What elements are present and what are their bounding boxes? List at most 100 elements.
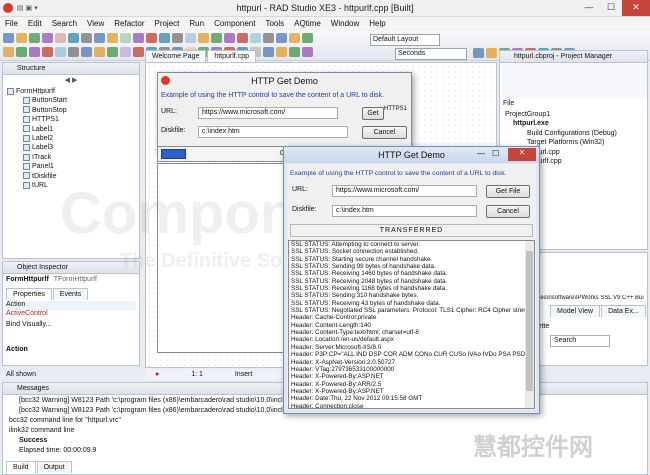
tab-events[interactable]: Events — [52, 288, 89, 300]
toolbar-icon[interactable] — [107, 33, 118, 43]
structure-item[interactable]: Label2 — [7, 134, 139, 143]
structure-toolbar[interactable]: ◀ ▶ — [5, 76, 137, 85]
tab-output[interactable]: Output — [36, 461, 72, 473]
record-icon[interactable]: ● — [155, 371, 159, 378]
inspector-object-select[interactable]: FormHttpurlf TFormHttpurlf — [6, 276, 136, 286]
tab-data-explorer[interactable]: Data Ex... — [601, 305, 646, 317]
demo-max-button[interactable]: ☐ — [492, 149, 499, 158]
demo-close-button[interactable]: ✕ — [508, 148, 536, 161]
menu-item[interactable]: View — [82, 17, 109, 31]
scroll-thumb[interactable] — [526, 251, 533, 391]
designer-url-field[interactable]: https://www.microsoft.com/ — [198, 107, 338, 119]
structure-root[interactable]: FormHttpurlf — [7, 87, 139, 96]
toolbar-icon[interactable] — [42, 33, 53, 43]
palette-search[interactable]: Search — [550, 335, 610, 347]
demo-disk-field[interactable]: c:\index.htm — [332, 205, 477, 217]
toolbar-icon[interactable] — [263, 47, 274, 57]
toolbar-icon[interactable] — [3, 33, 14, 43]
toolbar-icon[interactable] — [276, 47, 287, 57]
maximize-button[interactable]: ☐ — [600, 0, 622, 16]
toolbar-icon[interactable] — [94, 33, 105, 43]
menu-item[interactable]: Window — [326, 17, 364, 31]
menu-item[interactable]: Help — [364, 17, 390, 31]
menu-item[interactable]: Component — [209, 17, 260, 31]
menu-item[interactable]: File — [0, 17, 23, 31]
designer-https-component[interactable]: HTTPS1 — [384, 106, 407, 112]
demo-cancel-button[interactable]: Cancel — [486, 205, 530, 218]
structure-item[interactable]: HTTPS1 — [7, 115, 139, 124]
demo-get-file-button[interactable]: Get File — [486, 185, 530, 198]
toolbar-icon[interactable] — [237, 33, 248, 43]
structure-item[interactable]: Label3 — [7, 143, 139, 152]
menu-item[interactable]: Run — [184, 17, 209, 31]
structure-item[interactable]: Label1 — [7, 125, 139, 134]
structure-item[interactable]: Panel1 — [7, 162, 139, 171]
designer-get-button[interactable]: Get — [362, 107, 384, 120]
toolbar-icon[interactable] — [94, 47, 105, 57]
toolbar-icon[interactable] — [55, 33, 66, 43]
demo-min-button[interactable]: — — [477, 149, 485, 158]
structure-item[interactable]: ITrack — [7, 153, 139, 162]
toolbar-icon[interactable] — [263, 33, 274, 43]
demo-log[interactable]: SSL STATUS: Attempting to connect to ser… — [288, 240, 535, 409]
toolbar-icon[interactable] — [133, 47, 144, 57]
tab-welcome-page[interactable]: Welcome Page — [145, 50, 207, 62]
toolbar-icon[interactable] — [68, 47, 79, 57]
toolbar-icon[interactable] — [289, 47, 300, 57]
project-item[interactable]: Build Configurations (Debug) — [503, 129, 647, 138]
toolbar-icon[interactable] — [81, 33, 92, 43]
toolbar-icon[interactable] — [302, 33, 313, 43]
toolbar-icon[interactable] — [68, 33, 79, 43]
toolbar-icon[interactable] — [81, 47, 92, 57]
minimize-button[interactable]: — — [578, 0, 600, 16]
menu-item[interactable]: Tools — [260, 17, 289, 31]
inspector-row-action[interactable]: Action — [6, 301, 136, 310]
tab-build[interactable]: Build — [6, 461, 36, 473]
toolbar-icon[interactable] — [159, 33, 170, 43]
message-line[interactable]: bcc32 command line for "httpurl.vrc" — [7, 416, 647, 426]
structure-item[interactable]: ButtonStop — [7, 106, 139, 115]
toolbar-icon[interactable] — [42, 47, 53, 57]
menu-item[interactable]: AQtime — [289, 17, 326, 31]
menu-item[interactable]: Search — [47, 17, 82, 31]
toolbar-icon[interactable] — [198, 33, 209, 43]
designer-disk-field[interactable]: c:\index.htm — [198, 126, 348, 138]
toolbar-icon[interactable] — [29, 47, 40, 57]
units-select[interactable]: Seconds — [395, 48, 467, 60]
tab-httpurlf-cpp[interactable]: httpurlf.cpp — [207, 50, 256, 62]
project-item[interactable]: httpurl.exe — [503, 119, 647, 128]
toolbar-icon[interactable] — [3, 47, 14, 57]
toolbar-icon[interactable] — [55, 47, 66, 57]
toolbar-icon[interactable] — [185, 33, 196, 43]
menu-item[interactable]: Refactor — [109, 17, 149, 31]
designer-cancel-button[interactable]: Cancel — [362, 126, 407, 139]
toolbar-icon[interactable] — [302, 47, 313, 57]
tab-model-view[interactable]: Model View — [550, 305, 601, 317]
toolbar-icon[interactable] — [120, 33, 131, 43]
toolbar-icon[interactable] — [224, 33, 235, 43]
toolbar-icon[interactable] — [486, 48, 497, 58]
toolbar-icon[interactable] — [16, 47, 27, 57]
inspector-row-activecontrol[interactable]: ActiveControl — [6, 310, 136, 319]
toolbar-icon[interactable] — [473, 48, 484, 58]
menu-item[interactable]: Edit — [23, 17, 47, 31]
structure-item[interactable]: ButtonStart — [7, 96, 139, 105]
demo-url-field[interactable]: https://www.microsoft.com/ — [332, 185, 477, 197]
demo-log-scrollbar[interactable] — [525, 241, 534, 408]
menu-item[interactable]: Project — [149, 17, 184, 31]
bind-visually-link[interactable]: Bind Visually... — [6, 321, 51, 328]
toolbar-icon[interactable] — [211, 33, 222, 43]
toolbar-icon[interactable] — [146, 33, 157, 43]
project-manager-toolbar[interactable] — [502, 64, 647, 98]
toolbar-icon[interactable] — [172, 33, 183, 43]
toolbar-icon[interactable] — [276, 33, 287, 43]
toolbar-icon[interactable] — [29, 33, 40, 43]
close-button[interactable]: ✕ — [622, 0, 650, 16]
toolbar-icon[interactable] — [120, 47, 131, 57]
project-item[interactable]: ProjectGroup1 — [503, 110, 647, 119]
toolbar-icon[interactable] — [133, 33, 144, 43]
toolbar-row-1[interactable] — [2, 33, 362, 45]
layout-select[interactable]: Default Layout — [370, 34, 440, 46]
toolbar-icon[interactable] — [289, 33, 300, 43]
toolbar-icon[interactable] — [107, 47, 118, 57]
